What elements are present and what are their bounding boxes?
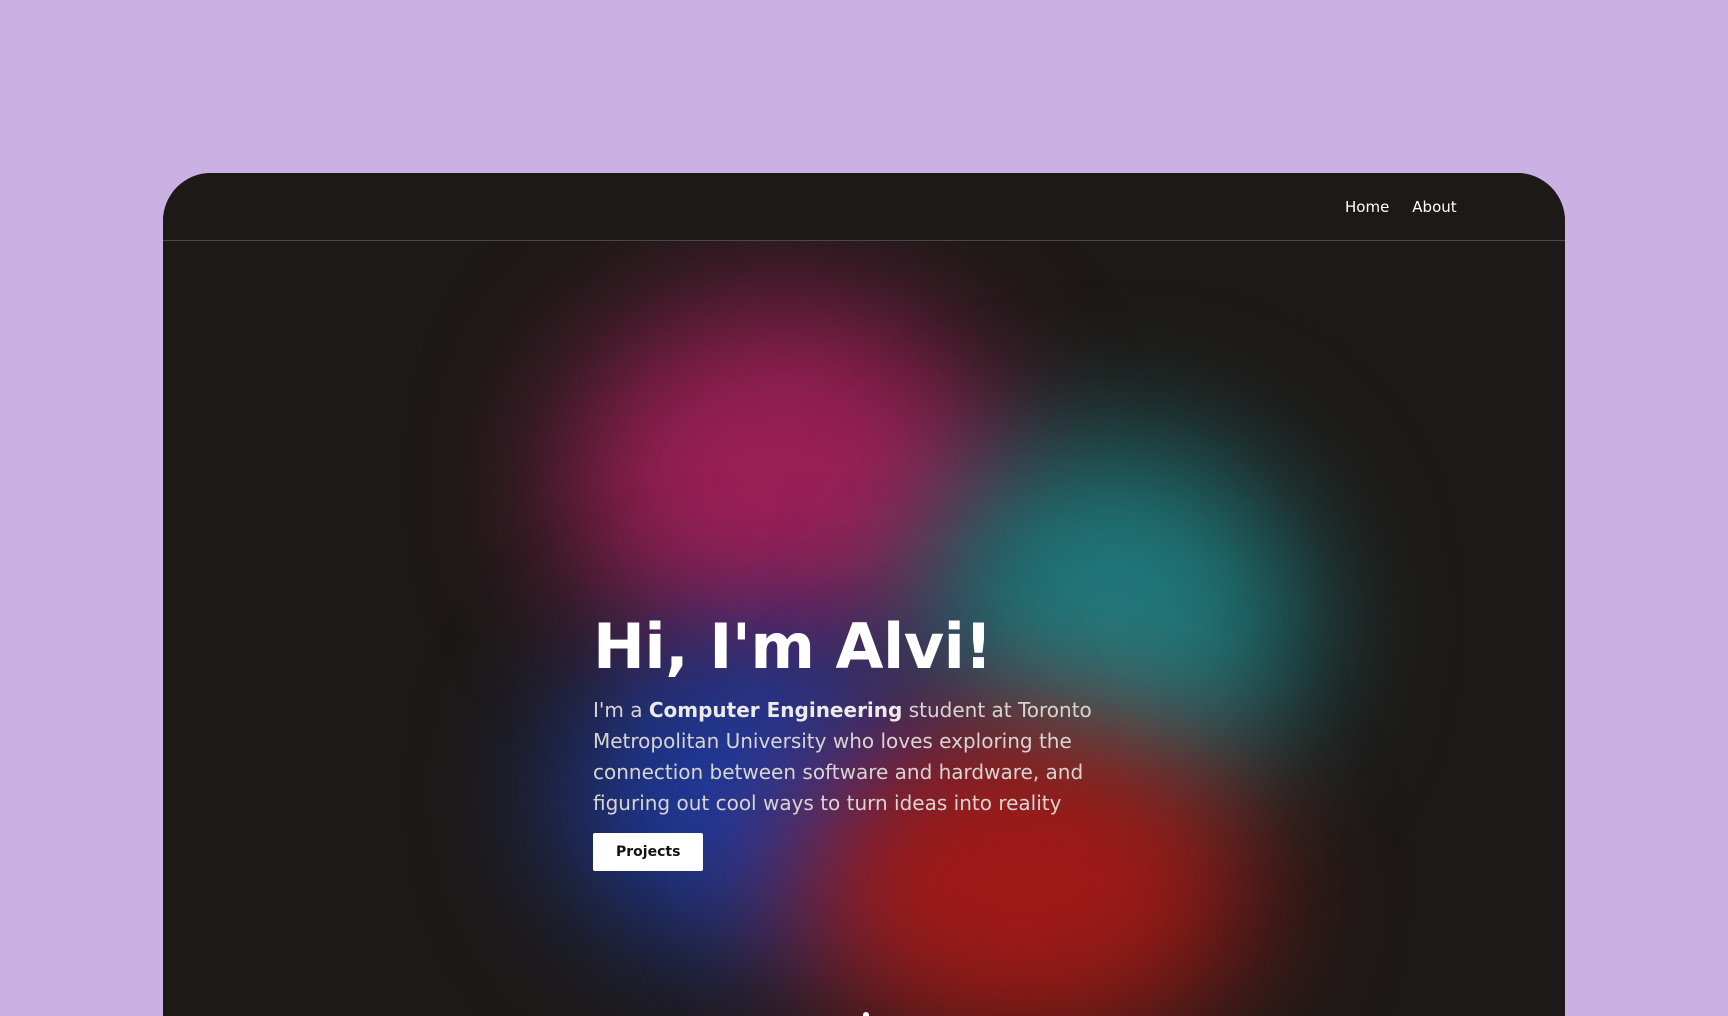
site-window: Home About Hi, I'm Alvi! I'm a Computer … <box>163 173 1565 1016</box>
hero-description-prefix: I'm a <box>593 698 649 723</box>
hero-section: Hi, I'm Alvi! I'm a Computer Engineering… <box>163 241 1565 1016</box>
hero-content: Hi, I'm Alvi! I'm a Computer Engineering… <box>593 610 1153 872</box>
nav-link-home[interactable]: Home <box>1345 198 1389 216</box>
scroll-indicator-icon <box>863 1012 869 1016</box>
projects-button[interactable]: Projects <box>593 833 704 872</box>
hero-title: Hi, I'm Alvi! <box>593 610 993 683</box>
hero-description-highlight: Computer Engineering <box>648 698 903 723</box>
navbar: Home About <box>163 173 1565 241</box>
nav-links: Home About <box>1345 173 1457 241</box>
hero-description: I'm a Computer Engineering student at To… <box>593 695 1153 819</box>
nav-link-about[interactable]: About <box>1412 198 1456 216</box>
